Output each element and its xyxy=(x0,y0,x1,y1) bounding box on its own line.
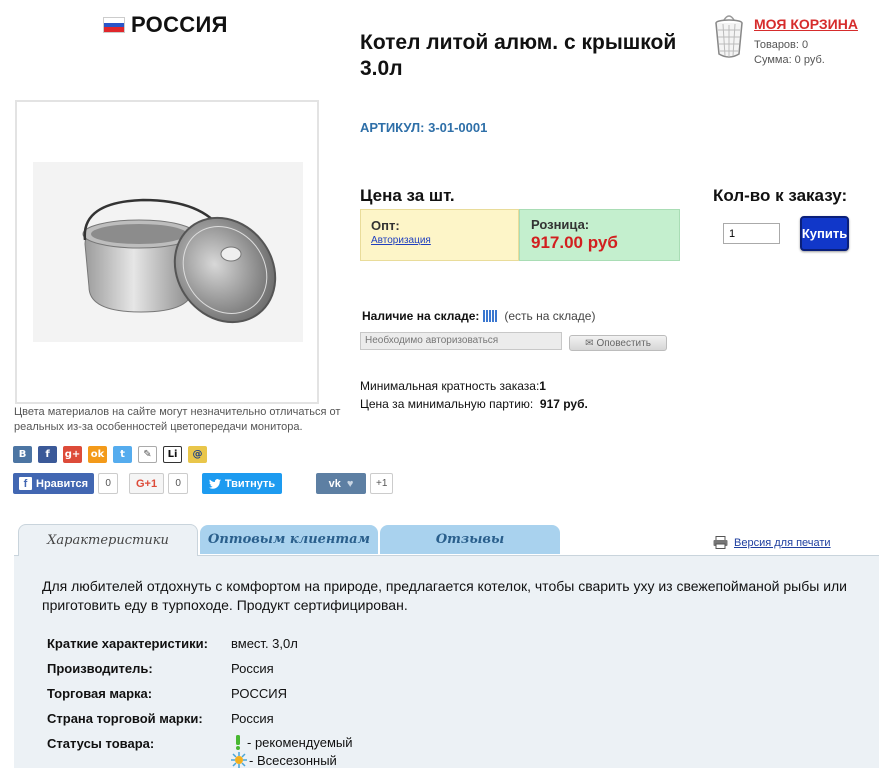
product-sku: АРТИКУЛ: 3-01-0001 xyxy=(360,120,488,135)
tab-wholesale-clients[interactable]: Оптовым клиентам xyxy=(200,525,378,554)
authorization-link[interactable]: Авторизация xyxy=(371,235,508,246)
google-plus-widget: G+1 0 xyxy=(129,473,189,494)
vk-icon[interactable]: В xyxy=(13,446,32,463)
google-plus-count: 0 xyxy=(168,473,189,494)
min-batch-price: Цена за минимальную партию: 917 руб. xyxy=(360,397,588,411)
stock-status-text: (есть на складе) xyxy=(504,309,596,323)
status-all-season: - Всесезонный xyxy=(231,752,337,768)
product-image-pot xyxy=(33,162,303,342)
vk-like-count: +1 xyxy=(370,473,394,494)
heart-icon: ♥ xyxy=(346,477,354,490)
share-icons: В f g+ ok t ✎ Li @ xyxy=(13,446,207,463)
status-label: Статусы товара: xyxy=(47,736,155,751)
facebook-like-label: Нравится xyxy=(36,477,89,490)
retail-price: 917.00 руб xyxy=(531,233,618,252)
print-version-label: Версия для печати xyxy=(734,536,831,549)
russia-flag-icon xyxy=(103,17,125,33)
price-heading: Цена за шт. xyxy=(360,186,455,205)
cart-link[interactable]: МОЯ КОРЗИНА xyxy=(754,16,858,32)
brand-name: РОССИЯ xyxy=(131,12,228,37)
spec-label: Производитель: xyxy=(47,661,153,676)
envelope-icon: ✉ xyxy=(585,337,594,349)
mail-ru-icon[interactable]: @ xyxy=(188,446,207,463)
blog-pen-icon[interactable]: ✎ xyxy=(138,446,157,463)
spec-label: Страна торговой марки: xyxy=(47,711,203,726)
facebook-like-widget: f Нравится 0 xyxy=(13,473,119,494)
retail-label: Розница: xyxy=(531,217,590,232)
product-image[interactable] xyxy=(15,100,319,404)
buy-button[interactable]: Купить xyxy=(800,216,849,251)
min-multiplicity-value: 1 xyxy=(539,379,546,393)
product-title: Котел литой алюм. с крышкой 3.0л xyxy=(360,31,677,80)
notify-button[interactable]: ✉ Оповестить xyxy=(569,335,667,351)
facebook-logo-icon: f xyxy=(19,477,32,490)
min-batch-price-label: Цена за минимальную партию: xyxy=(360,397,534,411)
cart-sum: Сумма: 0 руб. xyxy=(754,54,825,66)
notify-button-label: Оповестить xyxy=(596,337,651,349)
spec-value: Россия xyxy=(231,711,274,726)
spec-label: Краткие характеристики: xyxy=(47,636,208,651)
quantity-input[interactable] xyxy=(723,223,780,244)
color-disclaimer: Цвета материалов на сайте могут незначит… xyxy=(14,406,341,433)
printer-icon xyxy=(713,536,728,549)
quantity-heading: Кол-во к заказу: xyxy=(713,186,848,205)
facebook-like-button[interactable]: f Нравится xyxy=(13,473,95,494)
status-all-season-text: - Всесезонный xyxy=(249,752,337,768)
print-version-link[interactable]: Версия для печати xyxy=(713,536,831,549)
status-recommended: - рекомендуемый xyxy=(231,735,353,750)
tab-characteristics[interactable]: Характеристики xyxy=(18,524,198,556)
facebook-like-count: 0 xyxy=(98,473,119,494)
google-plus-button[interactable]: G+1 xyxy=(129,473,165,494)
min-batch-price-value: 917 руб. xyxy=(539,397,588,411)
tab-reviews[interactable]: Отзывы xyxy=(380,525,560,554)
liveinternet-icon[interactable]: Li xyxy=(163,446,182,463)
tweet-button[interactable]: Твитнуть xyxy=(202,473,282,494)
notify-email-input[interactable]: Необходимо авторизоваться xyxy=(360,332,562,350)
basket-icon[interactable] xyxy=(712,14,746,60)
cart-items-count: Товаров: 0 xyxy=(754,39,809,51)
min-multiplicity: Минимальная кратность заказа:1 xyxy=(360,379,546,393)
spec-value: Россия xyxy=(231,661,274,676)
wholesale-price-box: Опт: Авторизация xyxy=(360,209,519,261)
wholesale-label: Опт: xyxy=(371,218,400,233)
retail-price-box: Розница: 917.00 руб xyxy=(519,209,680,261)
stock-level-icon xyxy=(483,310,498,322)
exclamation-icon xyxy=(236,735,240,750)
vk-like-widget: vk ♥ +1 xyxy=(316,473,394,494)
stock-status: Наличие на складе: (есть на складе) xyxy=(362,309,595,323)
spec-value: РОССИЯ xyxy=(231,686,288,701)
spec-label: Торговая марка: xyxy=(47,686,153,701)
min-multiplicity-label: Минимальная кратность заказа: xyxy=(360,379,540,393)
twitter-icon[interactable]: t xyxy=(113,446,132,463)
twitter-bird-icon xyxy=(208,478,221,489)
google-plus-icon[interactable]: g+ xyxy=(63,446,82,463)
stock-label: Наличие на складе: xyxy=(362,309,480,323)
tweet-label: Твитнуть xyxy=(224,477,276,490)
vk-like-button[interactable]: vk ♥ xyxy=(316,473,366,494)
tweet-widget: Твитнуть xyxy=(202,473,282,494)
product-description: Для любителей отдохнуть с комфортом на п… xyxy=(42,578,847,613)
brand-header: РОССИЯ xyxy=(103,12,228,38)
status-recommended-text: - рекомендуемый xyxy=(247,735,353,750)
spec-value: вмест. 3,0л xyxy=(231,636,298,651)
sun-snowflake-icon xyxy=(231,752,247,768)
odnoklassniki-icon[interactable]: ok xyxy=(88,446,107,463)
vk-logo-icon: vk xyxy=(328,477,341,490)
facebook-icon[interactable]: f xyxy=(38,446,57,463)
